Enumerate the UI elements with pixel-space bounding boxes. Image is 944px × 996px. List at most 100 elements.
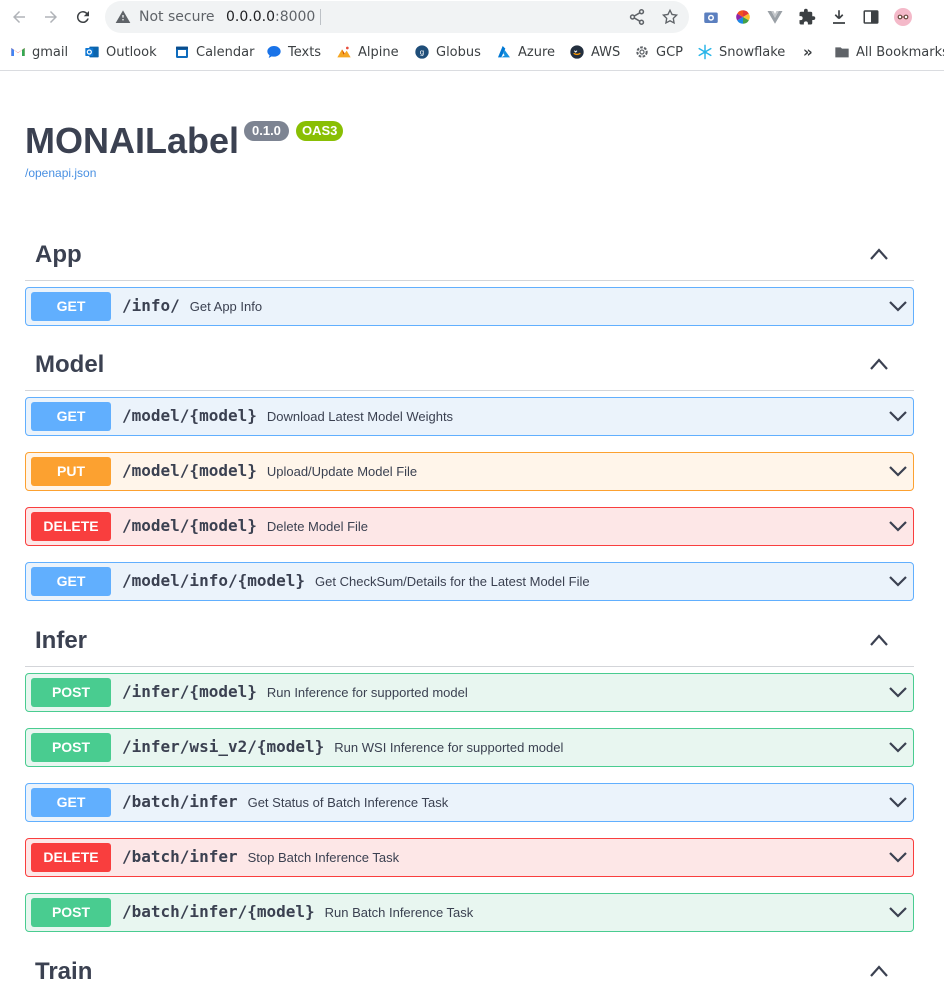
url-text[interactable]: 0.0.0.0:8000 (226, 9, 315, 25)
extensions-puzzle-icon[interactable] (797, 7, 817, 27)
bookmark-aws[interactable]: AWS (569, 42, 620, 62)
path-text: /batch/infer/{model} (122, 902, 315, 921)
operation-post-infer[interactable]: POST /infer/{model} Run Inference for sup… (25, 673, 914, 712)
path-text: /infer/{model} (122, 682, 257, 701)
all-bookmarks-button[interactable]: All Bookmarks (834, 42, 944, 62)
svg-text:g: g (420, 48, 425, 57)
method-badge: POST (31, 898, 111, 927)
gmail-icon (11, 48, 25, 56)
operation-summary: Run WSI Inference for supported model (334, 740, 564, 755)
back-button[interactable] (7, 6, 31, 28)
downloads-icon[interactable] (829, 7, 849, 27)
bookmark-texts[interactable]: Texts (266, 42, 321, 62)
tag-section-train[interactable]: Train (25, 948, 914, 994)
bookmark-label: Texts (288, 44, 322, 60)
path-text: /model/{model} (122, 461, 257, 480)
page-title: MONAILabel (25, 120, 240, 161)
back-arrow-icon (13, 11, 25, 23)
tag-section-infer[interactable]: Infer (25, 617, 914, 667)
operation-get-model[interactable]: GET /model/{model} Download Latest Model … (25, 397, 914, 436)
collapse-chevron-up-icon[interactable] (869, 964, 889, 978)
expand-chevron-down-icon[interactable] (889, 410, 907, 422)
path-text: /model/{model} (122, 406, 257, 425)
url-port: :8000 (274, 9, 316, 25)
operation-post-infer-wsi[interactable]: POST /infer/wsi_v2/{model} Run WSI Infere… (25, 728, 914, 767)
url-host: 0.0.0.0 (226, 9, 275, 25)
operation-get-batch-infer[interactable]: GET /batch/infer Get Status of Batch Infe… (25, 783, 914, 822)
expand-chevron-down-icon[interactable] (889, 686, 907, 698)
bookmark-gcp[interactable]: GCP (634, 42, 683, 62)
address-bar[interactable]: Not secure 0.0.0.0:8000 (105, 1, 689, 33)
aws-icon (570, 45, 584, 59)
expand-chevron-down-icon[interactable] (889, 300, 907, 312)
method-badge: POST (31, 678, 111, 707)
operation-get-model-info[interactable]: GET /model/info/{model} Get CheckSum/Deta… (25, 562, 914, 601)
bookmark-outlook[interactable]: Outlook (84, 42, 157, 62)
forward-button[interactable] (39, 6, 63, 28)
openapi-json-link[interactable]: /openapi.json (25, 166, 96, 180)
expand-chevron-down-icon[interactable] (889, 465, 907, 477)
camera-extension-icon[interactable] (701, 7, 721, 27)
method-badge: GET (31, 292, 111, 321)
operation-summary: Get Status of Batch Inference Task (247, 795, 449, 810)
operation-path: /infer/{model} Run Inference for supporte… (122, 682, 468, 701)
path-text: /model/{model} (122, 516, 257, 535)
bookmark-globus[interactable]: g Globus (414, 42, 481, 62)
collapse-chevron-up-icon[interactable] (869, 633, 889, 647)
operation-path: /model/{model} Download Latest Model Weig… (122, 406, 453, 425)
operation-path: /infer/wsi_v2/{model} Run WSI Inference f… (122, 737, 563, 756)
bookmark-star-icon[interactable] (661, 8, 679, 26)
operation-summary: Get App Info (189, 299, 263, 314)
method-badge: GET (31, 402, 111, 431)
operation-put-model[interactable]: PUT /model/{model} Upload/Update Model Fi… (25, 452, 914, 491)
bookmark-alpine[interactable]: Alpine (336, 42, 399, 62)
expand-chevron-down-icon[interactable] (889, 906, 907, 918)
collapse-chevron-up-icon[interactable] (869, 247, 889, 261)
expand-chevron-down-icon[interactable] (889, 796, 907, 808)
not-secure-label[interactable]: Not secure (139, 9, 215, 25)
method-badge: GET (31, 788, 111, 817)
expand-chevron-down-icon[interactable] (889, 851, 907, 863)
bookmark-gmail[interactable]: gmail (10, 42, 68, 62)
operation-post-batch-infer[interactable]: POST /batch/infer/{model} Run Batch Infer… (25, 893, 914, 932)
bookmark-label: Azure (518, 44, 556, 60)
bookmark-azure[interactable]: Azure (496, 42, 555, 62)
side-panel-icon[interactable] (861, 7, 881, 27)
expand-chevron-down-icon[interactable] (889, 575, 907, 587)
method-badge: POST (31, 733, 111, 762)
collapse-chevron-up-icon[interactable] (869, 357, 889, 371)
profile-avatar[interactable] (892, 6, 914, 28)
reload-button[interactable] (71, 6, 95, 28)
vue-extension-icon[interactable] (765, 7, 785, 27)
folder-icon (835, 47, 849, 58)
share-icon[interactable] (628, 8, 646, 26)
tag-title: App (35, 241, 82, 268)
bookmark-label: Snowflake (719, 44, 786, 60)
forward-arrow-icon (45, 11, 57, 23)
color-wheel-extension-icon[interactable] (733, 7, 753, 27)
warning-icon (115, 10, 131, 23)
bookmark-label: Outlook (106, 44, 157, 60)
tag-section-model[interactable]: Model (25, 341, 914, 391)
method-badge: DELETE (31, 512, 111, 541)
bookmarks-overflow-button[interactable]: » (803, 42, 813, 62)
method-badge: PUT (31, 457, 111, 486)
operation-get-info[interactable]: GET /info/Get App Info (25, 287, 914, 326)
tag-section-app[interactable]: App (25, 231, 914, 281)
operation-path: /model/{model} Upload/Update Model File (122, 461, 417, 480)
operation-delete-batch-infer[interactable]: DELETE /batch/infer Stop Batch Inference … (25, 838, 914, 877)
operation-path: /batch/infer Stop Batch Inference Task (122, 847, 399, 866)
method-badge: DELETE (31, 843, 111, 872)
bookmark-snowflake[interactable]: Snowflake (697, 42, 785, 62)
method-badge: GET (31, 567, 111, 596)
expand-chevron-down-icon[interactable] (889, 741, 907, 753)
globus-icon: g (415, 45, 429, 59)
operation-path: /model/{model} Delete Model File (122, 516, 368, 535)
bookmark-label: gmail (32, 44, 69, 60)
bookmark-calendar[interactable]: Calendar (174, 42, 254, 62)
operation-delete-model[interactable]: DELETE /model/{model} Delete Model File (25, 507, 914, 546)
bookmarks-bar: gmail Outlook Calendar Texts Alpine g Gl… (0, 38, 944, 66)
gcp-gear-icon (636, 46, 648, 58)
operation-summary: Download Latest Model Weights (266, 409, 454, 424)
expand-chevron-down-icon[interactable] (889, 520, 907, 532)
